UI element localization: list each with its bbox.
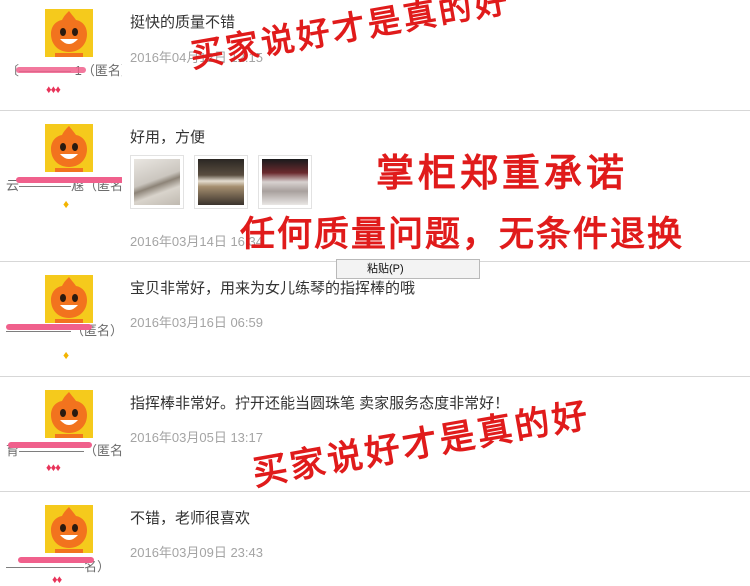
divider [0,491,750,492]
watermark-top: 买家说好才是真的好 [187,0,514,76]
user-avatar[interactable] [45,390,93,438]
review-date: 2016年03月05日 13:17 [130,430,263,445]
review-text: 宝贝非常好，用来为女儿练琴的指挥棒的哦 [130,280,416,297]
buyer-rank-badge: ♦♦♦ [46,84,61,96]
watermark-promise-title: 掌柜郑重承诺 [376,150,629,195]
divider [0,110,750,111]
review-photo-3[interactable] [258,155,312,209]
user-name: ——————名） [6,557,111,574]
buyer-rank-badge: ♦ [63,197,69,211]
user-name: 育—————（匿名） [6,442,122,458]
buyer-rank-badge: ♦♦♦ [46,462,61,474]
review-date: 2016年03月09日 23:43 [130,545,263,560]
user-name: —————（匿名） [6,323,122,338]
user-name: 云————尮（匿名） [6,177,122,193]
mascot-icon [45,124,93,172]
buyer-rank-badge: ♦♦ [52,574,62,586]
mascot-icon [45,9,93,57]
review-text: 不错，老师很喜欢 [130,510,251,527]
user-avatar[interactable] [45,124,93,172]
mascot-icon [45,390,93,438]
review-text: 好用，方便 [130,129,206,146]
user-avatar[interactable] [45,9,93,57]
user-name: 〔———— 1（匿名） [6,60,122,78]
mascot-icon [45,275,93,323]
review-date: 2016年03月16日 06:59 [130,315,263,330]
mascot-icon [45,505,93,553]
user-avatar[interactable] [45,275,93,323]
divider [0,376,750,377]
review-photo-1[interactable] [130,155,184,209]
review-photo-2[interactable] [194,155,248,209]
buyer-rank-badge: ♦ [63,348,69,362]
user-avatar[interactable] [45,505,93,553]
watermark-promise-subtitle: 任何质量问题，无条件退换 [240,214,685,255]
context-menu-paste[interactable]: 粘贴(P) [336,259,480,279]
